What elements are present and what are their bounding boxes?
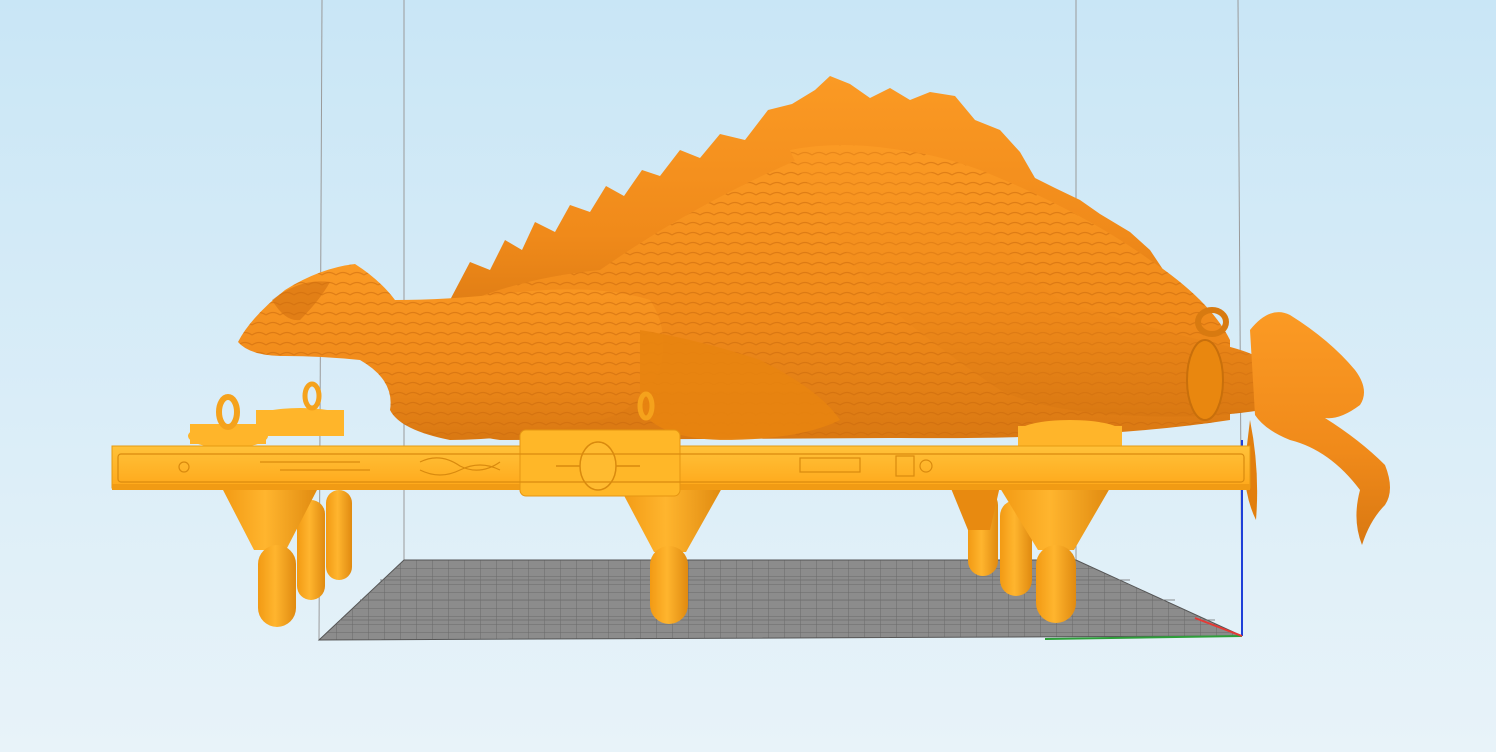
3d-viewport[interactable] (0, 0, 1496, 752)
scene-canvas[interactable] (0, 0, 1496, 752)
